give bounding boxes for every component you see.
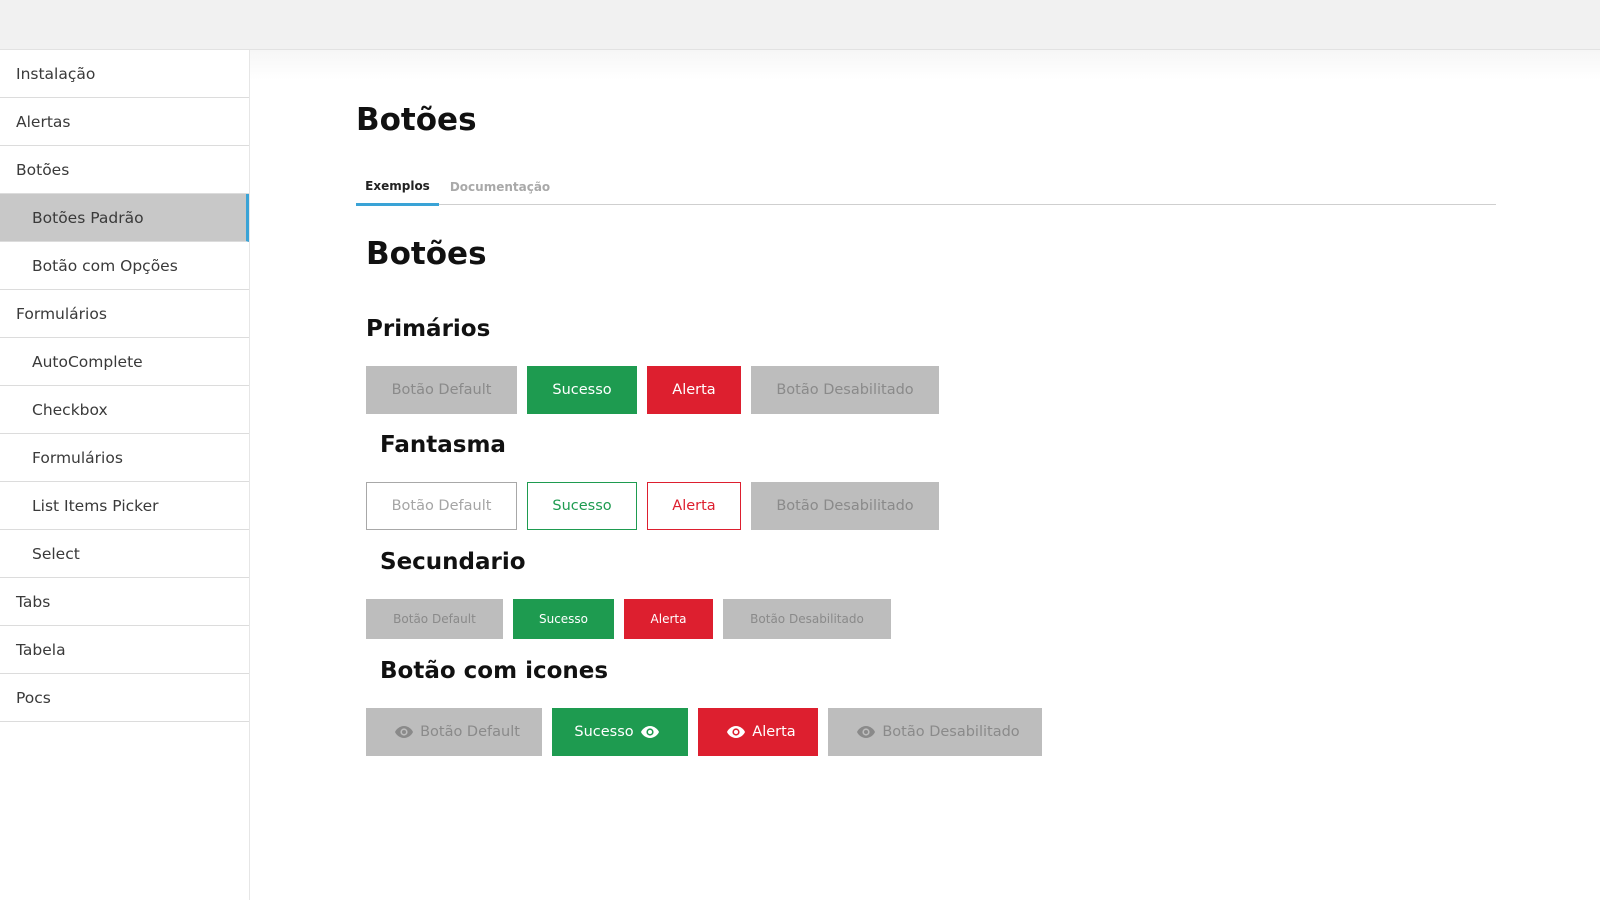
eye-icon — [394, 725, 414, 739]
icon-alert-button-label: Alerta — [752, 724, 796, 740]
sidebar-item-instalacao[interactable]: Instalação — [0, 50, 249, 98]
sidebar-item-list-items-picker[interactable]: List Items Picker — [0, 482, 249, 530]
main-top-shadow — [250, 50, 1600, 80]
icon-default-button-label: Botão Default — [420, 724, 520, 740]
icon-default-button[interactable]: Botão Default — [366, 708, 542, 756]
ghost-default-button[interactable]: Botão Default — [366, 482, 517, 530]
eye-icon — [640, 725, 660, 739]
tab-bar: Exemplos Documentação — [356, 168, 1496, 206]
tab-documentacao[interactable]: Documentação — [439, 168, 561, 205]
secondary-success-button[interactable]: Sucesso — [513, 599, 614, 639]
secondary-alert-button[interactable]: Alerta — [624, 599, 713, 639]
secondary-disabled-button: Botão Desabilitado — [723, 599, 891, 639]
primary-success-button[interactable]: Sucesso — [527, 366, 637, 414]
secondary-default-button[interactable]: Botão Default — [366, 599, 503, 639]
section-title: Botões — [366, 236, 487, 272]
sidebar-item-botoes-padrao[interactable]: Botões Padrão — [0, 194, 249, 242]
sidebar-item-autocomplete[interactable]: AutoComplete — [0, 338, 249, 386]
icon-disabled-button: Botão Desabilitado — [828, 708, 1042, 756]
primary-default-button[interactable]: Botão Default — [366, 366, 517, 414]
ghost-disabled-button: Botão Desabilitado — [751, 482, 939, 530]
sidebar-item-botao-com-opcoes[interactable]: Botão com Opções — [0, 242, 249, 290]
ghost-alert-button[interactable]: Alerta — [647, 482, 741, 530]
group-title-secundario: Secundario — [380, 549, 526, 575]
top-bar — [0, 0, 1600, 50]
sidebar-item-formularios-sub[interactable]: Formulários — [0, 434, 249, 482]
primarios-button-row: Botão Default Sucesso Alerta Botão Desab… — [366, 366, 939, 414]
sidebar-item-pocs[interactable]: Pocs — [0, 674, 249, 722]
secundario-button-row: Botão Default Sucesso Alerta Botão Desab… — [366, 599, 891, 639]
group-title-fantasma: Fantasma — [380, 432, 506, 458]
icon-success-button[interactable]: Sucesso — [552, 708, 688, 756]
sidebar-item-formularios[interactable]: Formulários — [0, 290, 249, 338]
primary-alert-button[interactable]: Alerta — [647, 366, 741, 414]
eye-icon — [856, 725, 876, 739]
icon-success-button-label: Sucesso — [574, 724, 634, 740]
sidebar-item-tabela[interactable]: Tabela — [0, 626, 249, 674]
sidebar-item-checkbox[interactable]: Checkbox — [0, 386, 249, 434]
sidebar-item-botoes[interactable]: Botões — [0, 146, 249, 194]
eye-icon — [726, 725, 746, 739]
icon-disabled-button-label: Botão Desabilitado — [882, 724, 1020, 740]
group-title-primarios: Primários — [366, 316, 491, 342]
icon-alert-button[interactable]: Alerta — [698, 708, 818, 756]
sidebar: Instalação Alertas Botões Botões Padrão … — [0, 50, 250, 900]
sidebar-item-tabs[interactable]: Tabs — [0, 578, 249, 626]
group-title-icones: Botão com icones — [380, 658, 609, 684]
fantasma-button-row: Botão Default Sucesso Alerta Botão Desab… — [366, 482, 939, 530]
icones-button-row: Botão Default Sucesso Alerta Botão Desab… — [366, 708, 1042, 756]
ghost-success-button[interactable]: Sucesso — [527, 482, 637, 530]
tab-exemplos[interactable]: Exemplos — [356, 168, 439, 206]
primary-disabled-button: Botão Desabilitado — [751, 366, 939, 414]
sidebar-item-alertas[interactable]: Alertas — [0, 98, 249, 146]
sidebar-item-select[interactable]: Select — [0, 530, 249, 578]
page-title: Botões — [356, 102, 477, 138]
